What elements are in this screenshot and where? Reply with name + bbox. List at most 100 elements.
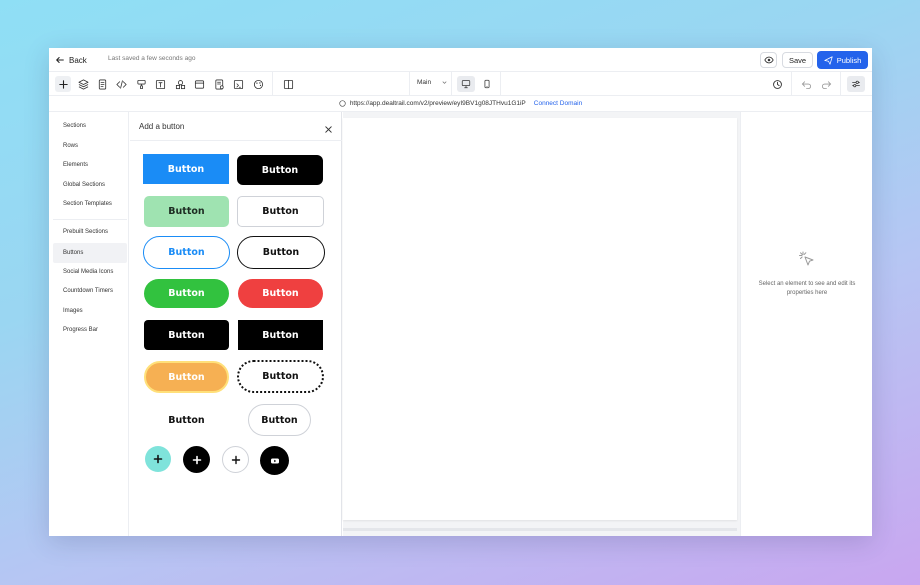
text-icon bbox=[155, 79, 165, 89]
toolbar: Main bbox=[49, 72, 872, 96]
sidebar-item-buttons[interactable]: Buttons bbox=[53, 243, 127, 263]
toolbar-divider bbox=[451, 72, 452, 96]
button-style-orange-glow-pill[interactable]: Button bbox=[144, 361, 229, 393]
layers-button[interactable] bbox=[75, 76, 91, 92]
page-icon bbox=[98, 79, 106, 89]
redo-icon bbox=[821, 80, 831, 89]
canvas-area bbox=[343, 112, 740, 536]
sidebar-divider bbox=[53, 219, 127, 220]
add-element-button[interactable] bbox=[55, 76, 71, 92]
button-style-black-soft[interactable]: Button bbox=[144, 320, 229, 350]
properties-panel: Select an element to see and edit its pr… bbox=[740, 112, 872, 536]
layers-icon bbox=[78, 79, 88, 89]
mobile-view-button[interactable] bbox=[478, 76, 496, 92]
code-icon bbox=[115, 79, 127, 89]
plus-icon bbox=[153, 454, 163, 464]
button-style-black-rounded[interactable]: Button bbox=[237, 155, 323, 185]
page-selector[interactable]: Main bbox=[417, 79, 448, 86]
sidebar-item-rows[interactable]: Rows bbox=[53, 136, 127, 156]
back-button[interactable]: Back bbox=[55, 53, 87, 67]
canvas-page[interactable] bbox=[343, 118, 737, 520]
shapes-icon bbox=[175, 79, 185, 89]
icon-button-youtube[interactable] bbox=[260, 446, 289, 475]
icon-button-white-plus[interactable] bbox=[222, 446, 249, 473]
toolbar-divider bbox=[500, 72, 501, 96]
icon-button-black-plus[interactable] bbox=[183, 446, 210, 473]
youtube-icon bbox=[270, 458, 279, 463]
pointer-click-icon bbox=[799, 251, 814, 266]
theme-button[interactable] bbox=[250, 76, 266, 92]
styles-button[interactable] bbox=[133, 76, 149, 92]
desktop-icon bbox=[461, 80, 471, 89]
page-selector-label: Main bbox=[417, 79, 432, 86]
history-button[interactable] bbox=[769, 76, 785, 92]
sidebar-item-elements[interactable]: Elements bbox=[53, 155, 127, 175]
preview-url[interactable]: https://app.dealtrail.com/v2/preview/eyI… bbox=[350, 100, 526, 107]
redo-button[interactable] bbox=[818, 76, 834, 92]
sidebar-item-global-sections[interactable]: Global Sections bbox=[53, 175, 127, 195]
close-panel-button[interactable] bbox=[324, 121, 334, 133]
sliders-icon bbox=[852, 80, 860, 88]
globe-icon bbox=[339, 100, 346, 107]
button-style-red-pill[interactable]: Button bbox=[238, 279, 323, 308]
canvas-scroll-track bbox=[343, 528, 737, 531]
form-icon bbox=[214, 79, 224, 89]
plus-icon bbox=[192, 455, 201, 464]
send-icon bbox=[824, 55, 833, 65]
button-style-green-pill[interactable]: Button bbox=[144, 279, 229, 308]
paint-icon bbox=[136, 79, 146, 89]
forms-button[interactable] bbox=[211, 76, 227, 92]
url-bar: https://app.dealtrail.com/v2/preview/eyI… bbox=[49, 96, 872, 112]
plus-icon bbox=[58, 79, 68, 89]
chevron-down-icon bbox=[442, 81, 447, 84]
sidebar-item-social-media-icons[interactable]: Social Media Icons bbox=[53, 262, 127, 282]
shapes-button[interactable] bbox=[172, 76, 188, 92]
button-style-dotted-pill[interactable]: Button bbox=[237, 360, 324, 393]
browser-icon bbox=[194, 79, 204, 89]
properties-empty-text: Select an element to see and edit its pr… bbox=[758, 281, 856, 296]
icon-button-teal-plus[interactable] bbox=[145, 446, 171, 472]
connect-domain-link[interactable]: Connect Domain bbox=[534, 100, 582, 107]
close-icon bbox=[325, 126, 332, 133]
toolbar-divider bbox=[272, 72, 273, 96]
columns-icon bbox=[283, 79, 293, 89]
undo-button[interactable] bbox=[798, 76, 814, 92]
media-button[interactable] bbox=[230, 76, 246, 92]
button-style-white-outline[interactable]: Button bbox=[237, 196, 324, 227]
history-icon bbox=[772, 79, 782, 89]
add-button-panel: Add a button Button Button Button Button… bbox=[130, 112, 342, 536]
sidebar-item-prebuilt-sections[interactable]: Prebuilt Sections bbox=[53, 222, 127, 242]
settings-button[interactable] bbox=[847, 76, 865, 92]
button-style-text-only[interactable]: Button bbox=[144, 405, 229, 435]
sidebar-item-sections[interactable]: Sections bbox=[53, 116, 127, 136]
text-button[interactable] bbox=[152, 76, 168, 92]
button-style-black-square[interactable]: Button bbox=[238, 320, 323, 350]
button-style-black-outline-pill[interactable]: Button bbox=[237, 236, 325, 269]
button-style-light-green[interactable]: Button bbox=[144, 196, 229, 227]
button-style-grey-outline-pill[interactable]: Button bbox=[248, 404, 311, 436]
plus-icon bbox=[231, 455, 240, 464]
button-style-blue-outline-pill[interactable]: Button bbox=[143, 236, 230, 269]
save-button[interactable]: Save bbox=[782, 52, 813, 68]
code-button[interactable] bbox=[113, 76, 129, 92]
button-style-blue-square[interactable]: Button bbox=[143, 154, 229, 184]
panel-header: Add a button bbox=[130, 112, 342, 141]
undo-icon bbox=[801, 80, 811, 89]
pages-button[interactable] bbox=[94, 76, 110, 92]
preview-button[interactable] bbox=[760, 52, 777, 68]
sidebar-item-countdown-timers[interactable]: Countdown Timers bbox=[53, 281, 127, 301]
publish-label: Publish bbox=[836, 55, 862, 65]
sidebar-item-progress-bar[interactable]: Progress Bar bbox=[53, 320, 127, 340]
palette-icon bbox=[253, 79, 263, 89]
mobile-icon bbox=[484, 79, 490, 89]
desktop-view-button[interactable] bbox=[457, 76, 475, 92]
toolbar-divider bbox=[840, 72, 841, 96]
browser-button[interactable] bbox=[191, 76, 207, 92]
publish-button[interactable]: Publish bbox=[817, 51, 868, 69]
editor-window: Back Last saved a few seconds ago Save P… bbox=[49, 48, 872, 536]
top-bar: Back Last saved a few seconds ago Save P… bbox=[49, 48, 872, 72]
sidebar-item-section-templates[interactable]: Section Templates bbox=[53, 194, 127, 214]
toolbar-divider bbox=[409, 72, 410, 96]
sidebar-item-images[interactable]: Images bbox=[53, 301, 127, 321]
columns-button[interactable] bbox=[280, 76, 296, 92]
